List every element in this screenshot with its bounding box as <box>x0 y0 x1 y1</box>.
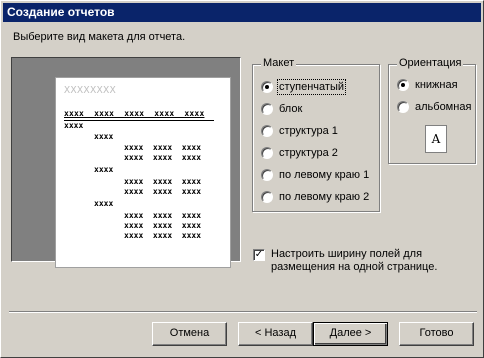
back-button[interactable]: < Назад <box>238 322 313 346</box>
radio-label: структура 2 <box>279 147 338 159</box>
preview-row: xxxx xxxx xxxx <box>124 143 202 152</box>
radio-label: книжная <box>415 79 458 91</box>
radio-button[interactable] <box>261 169 273 181</box>
preview-header-row: xxxx xxxx xxxx xxxx xxxx <box>64 109 214 121</box>
finish-button[interactable]: Готово <box>399 322 474 346</box>
radio-layout-outline-1[interactable]: структура 1 <box>261 123 338 139</box>
radio-button[interactable] <box>261 147 273 159</box>
radio-label: альбомная <box>415 101 472 113</box>
radio-button[interactable] <box>261 191 273 203</box>
fit-width-label: Настроить ширину полей для размещения на… <box>271 248 438 273</box>
orientation-group-title: Ориентация <box>397 57 464 69</box>
fit-width-checkbox[interactable]: ✓ <box>253 249 265 261</box>
layout-group: Макет ступенчатый блок структура 1 струк… <box>252 57 380 212</box>
radio-layout-align-left-1[interactable]: по левому краю 1 <box>261 167 369 183</box>
window-title: Создание отчетов <box>3 3 481 22</box>
radio-layout-outline-2[interactable]: структура 2 <box>261 145 338 161</box>
radio-label: по левому краю 2 <box>279 191 370 203</box>
radio-button[interactable] <box>397 79 409 91</box>
cancel-button[interactable]: Отмена <box>152 322 227 346</box>
portrait-page-icon: A <box>425 125 447 153</box>
next-button[interactable]: Далее > <box>313 322 388 346</box>
layout-preview-page: XXXXXXXX xxxx xxxx xxxx xxxx xxxx xxxx x… <box>55 77 231 268</box>
radio-label: структура 1 <box>279 125 338 137</box>
prompt-text: Выберите вид макета для отчета. <box>13 31 186 43</box>
radio-layout-block[interactable]: блок <box>261 101 302 117</box>
fit-width-option[interactable]: ✓ Настроить ширину полей для размещения … <box>253 248 471 274</box>
preview-header-text: xxxx xxxx xxxx xxxx xxxx <box>64 109 205 118</box>
preview-row: xxxx xxxx xxxx <box>124 231 202 240</box>
radio-layout-stepped[interactable]: ступенчатый <box>261 79 347 95</box>
preview-row: xxxx <box>94 199 114 208</box>
preview-row: xxxx <box>94 132 114 141</box>
report-wizard-window: Создание отчетов Выберите вид макета для… <box>0 0 484 358</box>
preview-row: xxxx xxxx xxxx <box>124 211 202 220</box>
button-separator <box>9 311 477 313</box>
radio-button[interactable] <box>261 81 273 93</box>
preview-row: xxxx xxxx xxxx <box>124 187 202 196</box>
radio-label: по левому краю 1 <box>279 169 370 181</box>
radio-layout-align-left-2[interactable]: по левому краю 2 <box>261 189 369 205</box>
preview-row: xxxx <box>94 165 114 174</box>
radio-orientation-landscape[interactable]: альбомная <box>397 99 471 115</box>
radio-button[interactable] <box>261 103 273 115</box>
layout-group-title: Макет <box>261 57 297 69</box>
orientation-group: Ориентация книжная альбомная A <box>388 57 476 164</box>
preview-row: xxxx xxxx xxxx <box>124 221 202 230</box>
layout-preview-frame: XXXXXXXX xxxx xxxx xxxx xxxx xxxx xxxx x… <box>11 57 241 268</box>
radio-orientation-portrait[interactable]: книжная <box>397 77 458 93</box>
preview-row: xxxx xxxx xxxx <box>124 153 202 162</box>
radio-button[interactable] <box>261 125 273 137</box>
preview-row: xxxx <box>64 121 84 130</box>
preview-header-line <box>64 120 214 121</box>
preview-title-placeholder: XXXXXXXX <box>64 85 117 96</box>
radio-label: блок <box>279 103 303 115</box>
radio-button[interactable] <box>397 101 409 113</box>
preview-row: xxxx xxxx xxxx <box>124 177 202 186</box>
radio-label: ступенчатый <box>276 79 347 95</box>
